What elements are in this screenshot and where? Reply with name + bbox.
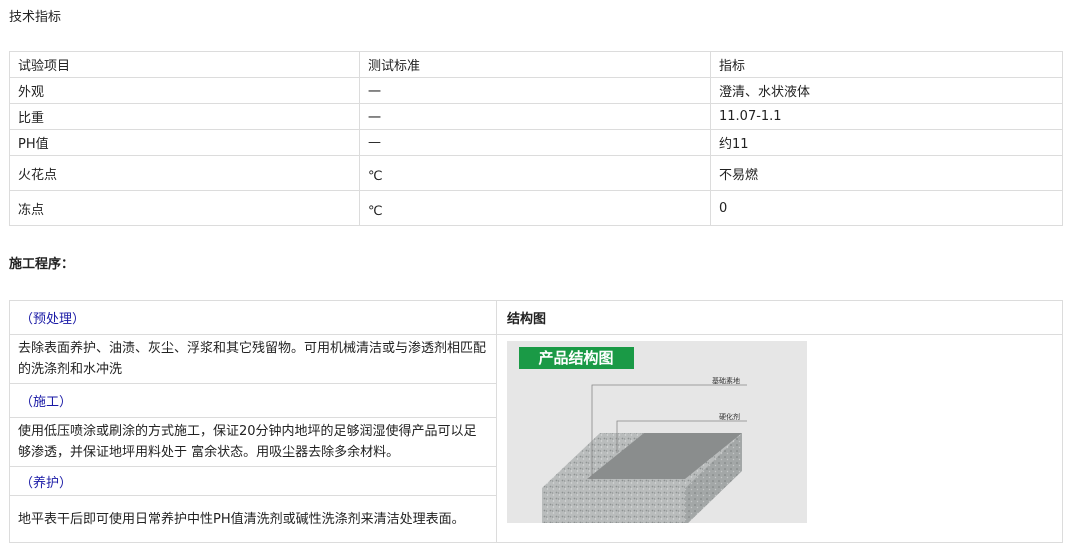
step-heading-curing: （养护） <box>9 466 497 496</box>
step-heading-application: （施工） <box>9 383 497 418</box>
table-header-row: 试验项目 测试标准 指标 <box>9 51 1063 78</box>
item-cell: PH值 <box>9 129 360 156</box>
standard-cell: 一 <box>359 103 711 130</box>
item-cell: 火花点 <box>9 155 360 191</box>
column-header-value: 指标 <box>710 51 1063 78</box>
structure-title: 结构图 <box>496 300 1063 335</box>
slab-front-face <box>542 488 685 526</box>
label-base: 基础素地 <box>712 376 740 385</box>
column-header-item: 试验项目 <box>9 51 360 78</box>
procedure-table: （预处理） 结构图 去除表面养护、油渍、灰尘、浮浆和其它残留物。可用机械清洁或与… <box>9 300 1063 543</box>
standard-cell: — <box>359 129 711 156</box>
structure-figure-cell: 产品结构图 基础素地 硬化剂 <box>496 334 1063 543</box>
value-cell: 约11 <box>710 129 1063 156</box>
value-cell: 11.07-1.1 <box>710 103 1063 130</box>
table-row: PH值 — 约11 <box>9 129 1063 156</box>
item-cell: 比重 <box>9 103 360 130</box>
figure-banner-text: 产品结构图 <box>538 349 613 367</box>
tech-specs-table: 试验项目 测试标准 指标 外观 一 澄清、水状液体 比重 一 11.07-1.1… <box>9 51 1063 226</box>
step-text-application: 使用低压喷涂或刷涂的方式施工，保证20分钟内地坪的足够润湿使得产品可以足够渗透，… <box>9 417 497 467</box>
value-cell: 不易燃 <box>710 155 1063 191</box>
column-header-standard: 测试标准 <box>359 51 711 78</box>
tech-specs-title: 技术指标 <box>9 10 62 25</box>
step-text-pretreatment: 去除表面养护、油渍、灰尘、浮浆和其它残留物。可用机械清洁或与渗透剂相匹配的洗涤剂… <box>9 334 497 384</box>
step-heading-pretreatment: （预处理） <box>9 300 497 335</box>
standard-cell: 一 <box>359 77 711 104</box>
standard-cell: ℃ <box>359 155 711 191</box>
value-cell: 澄清、水状液体 <box>710 77 1063 104</box>
table-row: 火花点 ℃ 不易燃 <box>9 155 1063 191</box>
item-cell: 冻点 <box>9 190 360 226</box>
table-row: 冻点 ℃ 0 <box>9 190 1063 226</box>
value-cell: 0 <box>710 190 1063 226</box>
standard-cell: ℃ <box>359 190 711 226</box>
label-hardener: 硬化剂 <box>719 412 740 421</box>
structure-diagram: 产品结构图 基础素地 硬化剂 <box>507 341 807 526</box>
table-row: 比重 一 11.07-1.1 <box>9 103 1063 130</box>
procedure-title: 施工程序： <box>9 257 75 272</box>
table-row: 外观 一 澄清、水状液体 <box>9 77 1063 104</box>
step-text-curing: 地平表干后即可使用日常养护中性PH值清洗剂或碱性洗涤剂来清洁处理表面。 <box>9 495 497 543</box>
item-cell: 外观 <box>9 77 360 104</box>
